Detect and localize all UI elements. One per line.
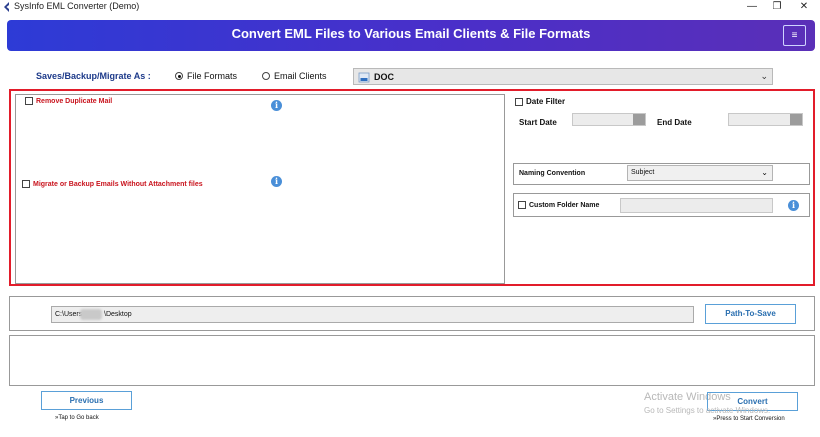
radio-file-formats-label: File Formats: [187, 71, 238, 81]
hamburger-menu-button[interactable]: ≡: [783, 25, 806, 46]
destination-path-suffix: \Desktop: [104, 311, 132, 318]
radio-selected-icon: [175, 72, 183, 80]
info-icon[interactable]: i: [271, 100, 282, 111]
end-date-label: End Date: [657, 118, 692, 127]
menu-icon: ≡: [791, 30, 798, 41]
calendar-dropdown-icon[interactable]: [633, 114, 645, 125]
without-attachment-label: Migrate or Backup Emails Without Attachm…: [33, 180, 203, 188]
activation-watermark-subtitle: Go to Settings to activate Windows.: [644, 406, 771, 415]
naming-convention-label: Naming Convention: [519, 170, 586, 177]
header-banner: Convert EML Files to Various Email Clien…: [7, 20, 815, 51]
end-date-picker[interactable]: [728, 113, 803, 126]
app-logo-icon: [4, 2, 9, 12]
custom-folder-input[interactable]: [620, 198, 773, 213]
chevron-down-icon: ⌄: [761, 168, 768, 177]
radio-email-clients[interactable]: Email Clients: [262, 71, 327, 81]
naming-convention-value: Subject: [631, 169, 655, 176]
without-attachment-option[interactable]: Migrate or Backup Emails Without Attachm…: [22, 180, 203, 188]
custom-folder-checkbox[interactable]: [518, 201, 526, 209]
log-panel: [9, 335, 815, 386]
previous-button[interactable]: Previous: [41, 391, 132, 410]
date-filter-option[interactable]: Date Filter: [515, 97, 565, 106]
format-dropdown-value: DOC: [374, 72, 394, 82]
convert-hint: »Press to Start Conversion: [713, 416, 785, 422]
format-dropdown[interactable]: DOC ⌄: [353, 68, 773, 85]
window-title: SysInfo EML Converter (Demo): [14, 1, 140, 11]
remove-duplicate-option[interactable]: Remove Duplicate Mail: [25, 97, 112, 105]
info-icon[interactable]: i: [788, 200, 799, 211]
without-attachment-checkbox[interactable]: [22, 180, 30, 188]
remove-duplicate-checkbox[interactable]: [25, 97, 33, 105]
radio-unselected-icon: [262, 72, 270, 80]
calendar-dropdown-icon[interactable]: [790, 114, 802, 125]
info-icon[interactable]: i: [271, 176, 282, 187]
destination-path-input[interactable]: C:\Users \Desktop: [51, 306, 694, 323]
redacted-username: [80, 309, 102, 320]
page-heading: Convert EML Files to Various Email Clien…: [231, 26, 591, 41]
minimize-button[interactable]: —: [740, 0, 764, 14]
date-filter-checkbox[interactable]: [515, 97, 523, 106]
date-filter-label: Date Filter: [526, 97, 566, 106]
maximize-button[interactable]: ❐: [765, 0, 789, 14]
radio-email-clients-label: Email Clients: [274, 71, 327, 81]
title-bar: SysInfo EML Converter (Demo) — ❐ ✕: [0, 0, 820, 15]
destination-path-prefix: C:\Users: [55, 311, 83, 318]
chevron-down-icon: ⌄: [760, 71, 768, 81]
radio-file-formats[interactable]: File Formats: [175, 71, 237, 81]
custom-folder-label: Custom Folder Name: [529, 201, 600, 209]
left-options-panel: [15, 94, 505, 284]
doc-file-icon: [358, 72, 370, 83]
previous-hint: »Tap to Go back: [55, 415, 99, 421]
custom-folder-option[interactable]: Custom Folder Name: [518, 201, 599, 209]
remove-duplicate-label: Remove Duplicate Mail: [36, 97, 113, 105]
path-to-save-button[interactable]: Path-To-Save: [705, 304, 796, 324]
close-button[interactable]: ✕: [792, 0, 816, 14]
start-date-picker[interactable]: [572, 113, 646, 126]
save-as-label: Saves/Backup/Migrate As :: [36, 71, 151, 81]
start-date-label: Start Date: [519, 118, 557, 127]
naming-convention-dropdown[interactable]: Subject ⌄: [627, 165, 773, 181]
